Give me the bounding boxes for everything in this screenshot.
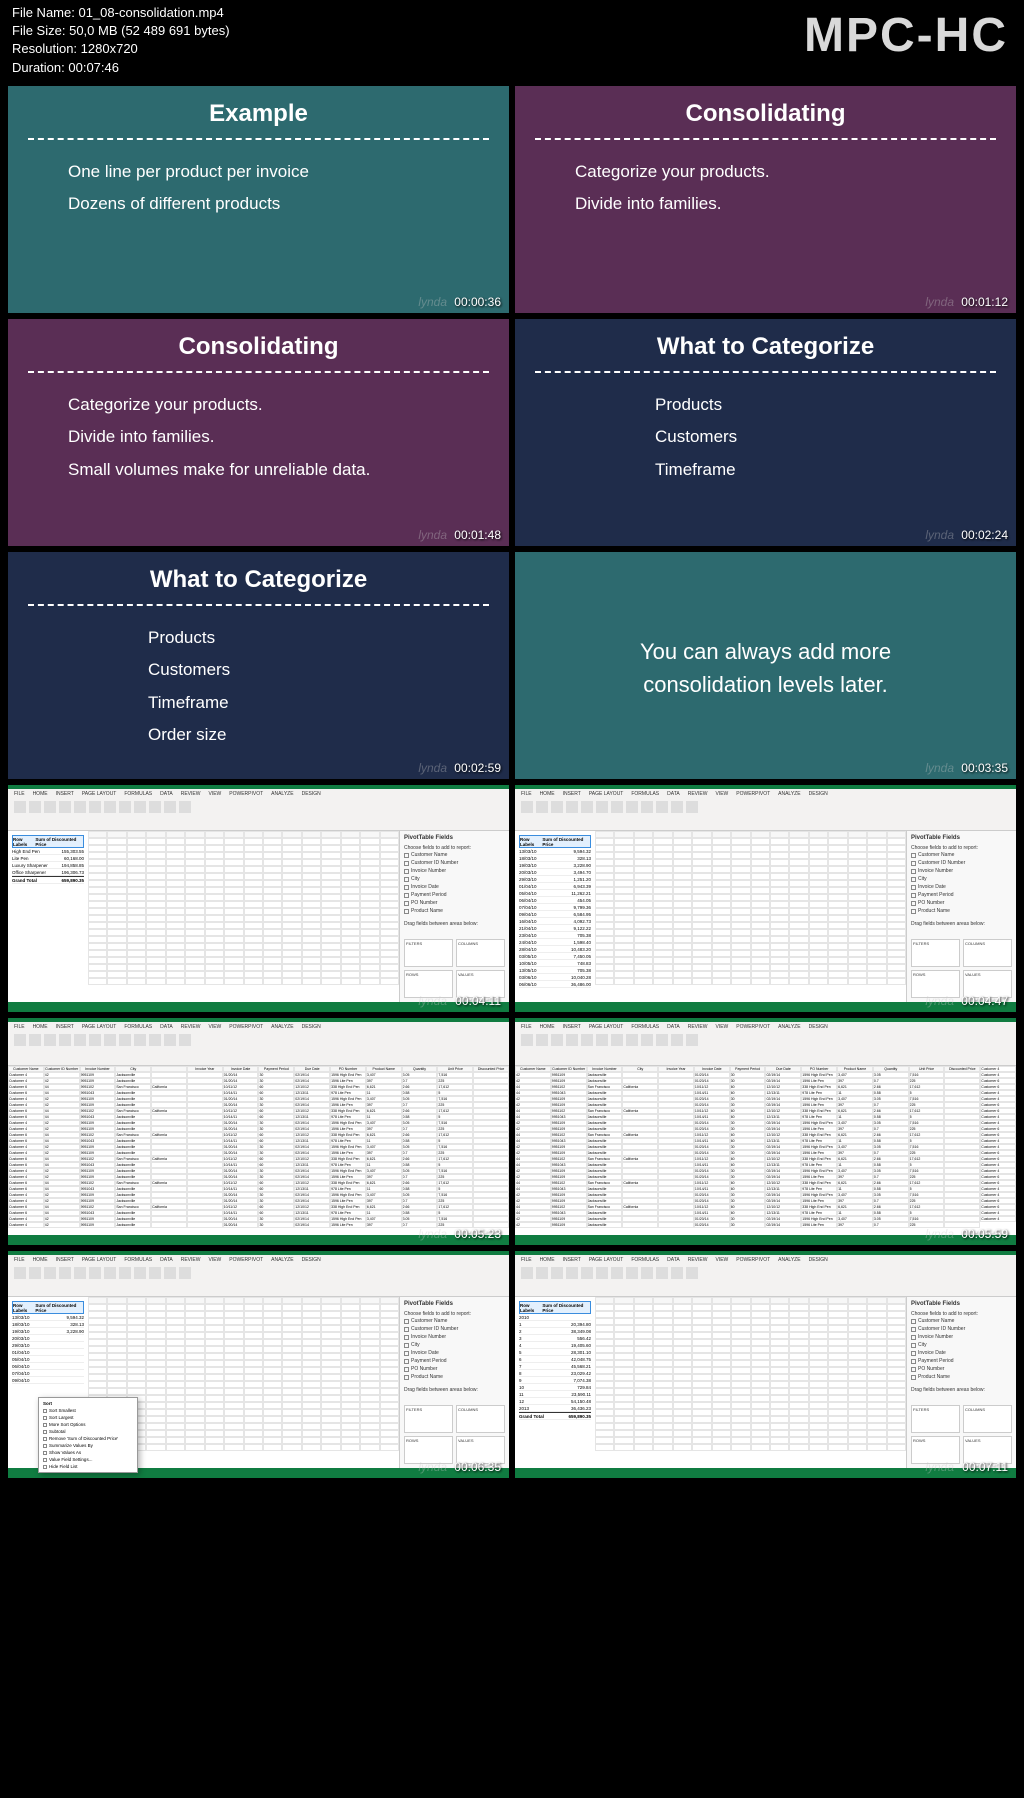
timestamp: 00:02:24: [961, 528, 1008, 542]
pivot-fields-panel: PivotTable Fields Choose fields to add t…: [906, 1297, 1016, 1468]
excel-ribbon: FILEHOMEINSERTPAGE LAYOUTFORMULASDATAREV…: [8, 789, 509, 831]
thumbnail-10[interactable]: FILEHOMEINSERTPAGE LAYOUTFORMULASDATAREV…: [515, 1018, 1016, 1245]
watermark: lynda: [925, 994, 954, 1008]
timestamp: 00:07:11: [962, 1460, 1008, 1474]
pivot-fields-panel: PivotTable Fields Choose fields to add t…: [399, 831, 509, 1002]
watermark: lynda: [925, 1460, 954, 1474]
watermark: lynda: [418, 1227, 447, 1241]
slide-body: Categorize your products. Divide into fa…: [28, 389, 489, 486]
excel-window: FILEHOMEINSERTPAGE LAYOUTFORMULASDATAREV…: [515, 785, 1016, 1012]
slide-body: Categorize your products. Divide into fa…: [535, 156, 996, 221]
slide-body: One line per product per invoice Dozens …: [28, 156, 489, 221]
excel-window: FILEHOMEINSERTPAGE LAYOUTFORMULASDATAREV…: [515, 1251, 1016, 1478]
watermark: lynda: [418, 528, 447, 542]
timestamp: 00:02:59: [454, 761, 501, 775]
watermark: lynda: [925, 1227, 954, 1241]
watermark: lynda: [418, 994, 447, 1008]
timestamp: 00:06:35: [454, 1460, 501, 1474]
watermark: lynda: [925, 295, 954, 309]
timestamp: 00:05:23: [454, 1227, 501, 1241]
thumbnail-5[interactable]: What to Categorize Products Customers Ti…: [8, 552, 509, 779]
watermark: lynda: [925, 761, 954, 775]
context-menu-popup[interactable]: Sort Sort SmallestSort LargestMore Sort …: [38, 1397, 138, 1473]
divider: [28, 138, 489, 140]
pivot-table: Row LabelsSum of Discounted Price High E…: [8, 831, 88, 1002]
pivot-fields-panel: PivotTable Fields Choose fields to add t…: [906, 831, 1016, 1002]
watermark: lynda: [925, 528, 954, 542]
slide-title: What to Categorize: [535, 333, 996, 361]
slide-body: Products Customers Timeframe Order size: [28, 622, 489, 751]
thumbnail-9[interactable]: FILEHOMEINSERTPAGE LAYOUTFORMULASDATAREV…: [8, 1018, 509, 1245]
pivot-fields-panel: PivotTable Fields Choose fields to add t…: [399, 1297, 509, 1468]
excel-window: FILEHOMEINSERTPAGE LAYOUTFORMULASDATAREV…: [8, 1251, 509, 1478]
app-logo: MPC-HC: [804, 8, 1008, 63]
divider: [535, 138, 996, 140]
pivot-table: Row LabelsSum of Discounted Price 13/03/…: [515, 831, 595, 1002]
thumbnail-7[interactable]: FILEHOMEINSERTPAGE LAYOUTFORMULASDATAREV…: [8, 785, 509, 1012]
thumbnail-12[interactable]: FILEHOMEINSERTPAGE LAYOUTFORMULASDATAREV…: [515, 1251, 1016, 1478]
slide-title: Example: [28, 100, 489, 128]
watermark: lynda: [418, 1460, 447, 1474]
divider: [535, 371, 996, 373]
thumbnail-3[interactable]: Consolidating Categorize your products. …: [8, 319, 509, 546]
timestamp: 00:01:12: [961, 295, 1008, 309]
slide-title: Consolidating: [535, 100, 996, 128]
excel-window: FILEHOMEINSERTPAGE LAYOUTFORMULASDATAREV…: [515, 1018, 1016, 1245]
timestamp: 00:05:59: [961, 1227, 1008, 1241]
file-info-overlay: File Name: 01_08-consolidation.mp4 File …: [12, 4, 230, 77]
timestamp: 00:00:36: [454, 295, 501, 309]
watermark: lynda: [418, 295, 447, 309]
divider: [28, 371, 489, 373]
divider: [28, 604, 489, 606]
excel-window: FILEHOMEINSERTPAGE LAYOUTFORMULASDATAREV…: [8, 785, 509, 1012]
slide-title: Consolidating: [28, 333, 489, 361]
thumbnail-11[interactable]: FILEHOMEINSERTPAGE LAYOUTFORMULASDATAREV…: [8, 1251, 509, 1478]
pivot-table: Row LabelsSum of Discounted Price 201012…: [515, 1297, 595, 1468]
timestamp: 00:04:11: [455, 994, 501, 1008]
timestamp: 00:03:35: [961, 761, 1008, 775]
thumbnail-1[interactable]: Example One line per product per invoice…: [8, 86, 509, 313]
watermark: lynda: [418, 761, 447, 775]
thumbnail-6[interactable]: You can always add more consolidation le…: [515, 552, 1016, 779]
excel-window: FILEHOMEINSERTPAGE LAYOUTFORMULASDATAREV…: [8, 1018, 509, 1245]
thumbnail-8[interactable]: FILEHOMEINSERTPAGE LAYOUTFORMULASDATAREV…: [515, 785, 1016, 1012]
slide-body: Products Customers Timeframe: [535, 389, 996, 486]
timestamp: 00:01:48: [454, 528, 501, 542]
thumbnail-2[interactable]: Consolidating Categorize your products. …: [515, 86, 1016, 313]
timestamp: 00:04:47: [961, 994, 1008, 1008]
slide-title: What to Categorize: [28, 566, 489, 594]
slide-center-text: You can always add more consolidation le…: [535, 566, 996, 769]
thumbnail-4[interactable]: What to Categorize Products Customers Ti…: [515, 319, 1016, 546]
thumbnail-grid: Example One line per product per invoice…: [8, 86, 1016, 1478]
